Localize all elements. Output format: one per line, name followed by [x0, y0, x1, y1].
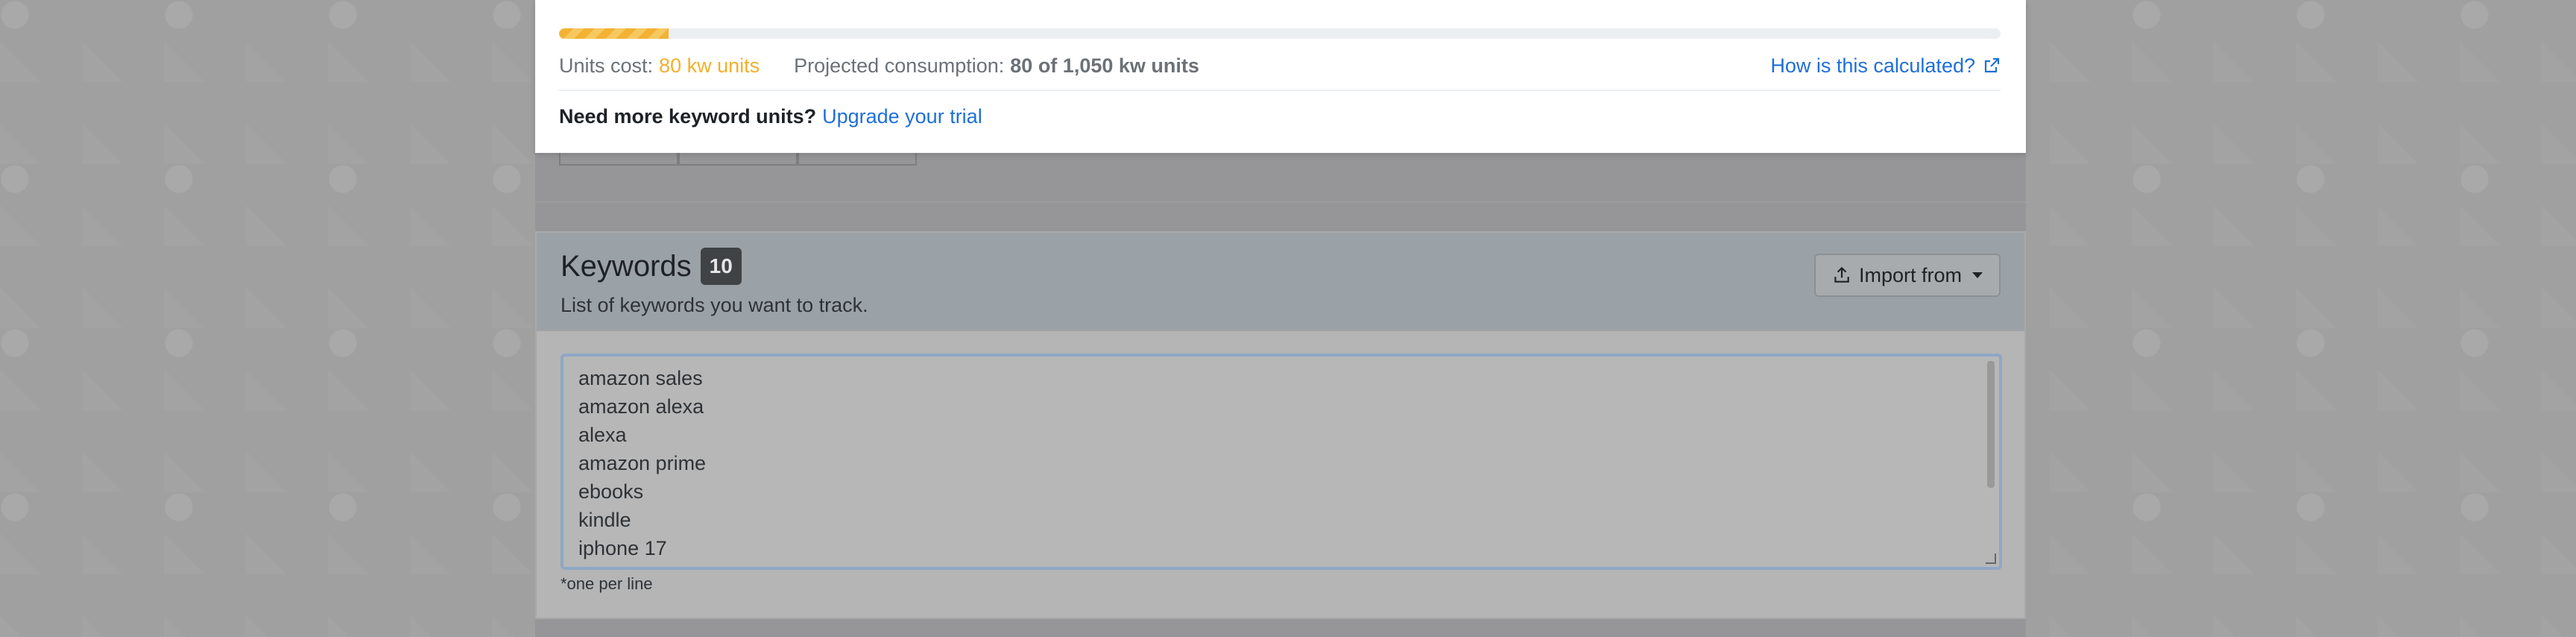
- keyword-line: amazon prime: [578, 452, 707, 474]
- units-cost-value: 80 kw units: [659, 54, 760, 77]
- units-row: Units cost: 80 kw units Projected consum…: [559, 51, 2001, 81]
- external-link-icon: [1984, 57, 2000, 73]
- keywords-title-text: Keywords: [561, 249, 692, 283]
- keyword-line: iphone 17: [578, 537, 667, 559]
- import-from-button[interactable]: Import from: [1813, 254, 2001, 297]
- keywords-card: Keywords 10 List of keywords you want to…: [535, 231, 2026, 619]
- keywords-header: Keywords 10 List of keywords you want to…: [537, 233, 2024, 331]
- resize-handle-icon[interactable]: [1986, 553, 1996, 564]
- keywords-text[interactable]: amazon sales amazon alexa alexa amazon prim…: [564, 357, 1999, 567]
- upload-icon: [1834, 266, 1849, 283]
- popup-divider: [559, 90, 2001, 91]
- keyword-line: amazon sales: [578, 367, 703, 389]
- need-more-units-text: Need more keyword units?: [559, 104, 817, 128]
- keyword-units-popup: Units cost: 80 kw units Projected consum…: [535, 0, 2026, 153]
- how-calculated-text: How is this calculated?: [1770, 54, 1975, 77]
- units-cost-label: Units cost:: [559, 54, 654, 77]
- how-calculated-link[interactable]: How is this calculated?: [1770, 54, 2001, 78]
- usage-progress-fill: [559, 28, 669, 39]
- keyword-line: ebooks: [578, 480, 644, 503]
- keyword-count-badge: 10: [700, 248, 742, 285]
- keywords-textarea[interactable]: amazon sales amazon alexa alexa amazon prim…: [561, 354, 2002, 570]
- upgrade-trial-link[interactable]: Upgrade your trial: [822, 105, 982, 128]
- keyword-line: alexa: [578, 424, 627, 446]
- projected-consumption-label: Projected consumption:: [794, 54, 1005, 77]
- upgrade-row: Need more keyword units? Upgrade your tr…: [559, 101, 982, 131]
- keywords-subtitle: List of keywords you want to track.: [561, 294, 868, 316]
- one-per-line-hint: *one per line: [561, 574, 653, 593]
- textarea-scrollbar[interactable]: [1987, 361, 1995, 488]
- usage-progress-bar: [559, 28, 2001, 39]
- keywords-title: Keywords 10: [561, 248, 742, 285]
- projected-consumption-value: 80 of 1,050 kw units: [1010, 54, 1199, 77]
- import-from-label: Import from: [1858, 263, 1962, 286]
- keyword-line: kindle: [578, 509, 631, 531]
- keyword-line: amazon alexa: [578, 395, 704, 418]
- chevron-down-icon: [1972, 272, 1983, 278]
- section-divider: [535, 201, 2026, 203]
